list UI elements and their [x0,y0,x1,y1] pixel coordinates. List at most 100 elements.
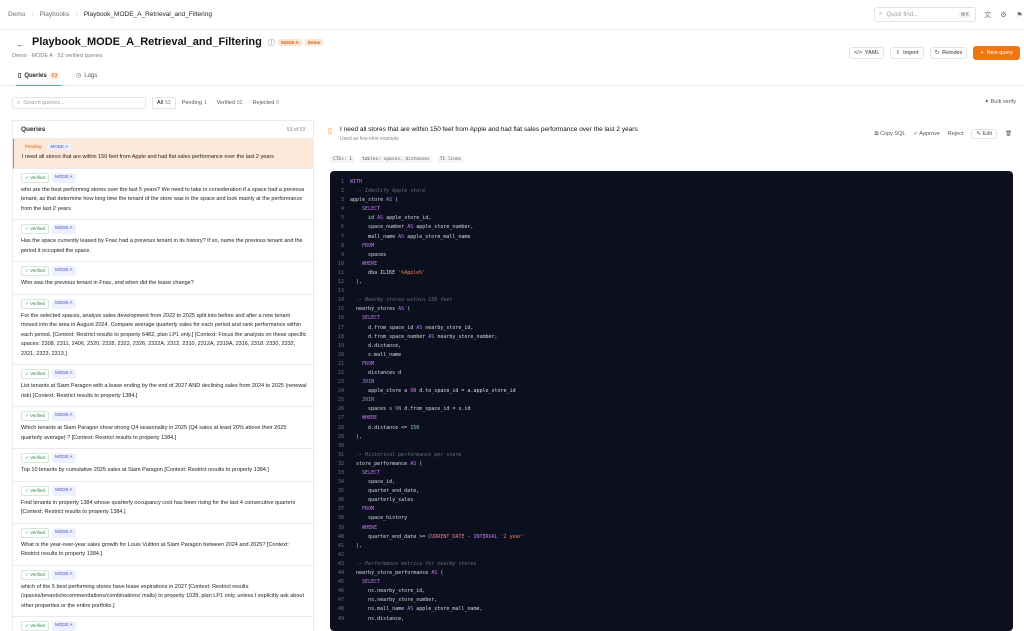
sql-code-block[interactable]: 1 WITH 2 -- Identify Apple store 3 apple_sto… [330,171,1013,631]
code-token: SELECT [362,315,381,322]
code-line: 7 mall_name AS apple_store_mall_name [330,233,1013,242]
code-token: ns.nearby_store_number, [350,597,438,604]
line-number: 27 [337,415,344,422]
approve-button[interactable]: ✓ Approve [913,131,939,137]
query-badges: Pending MODE A [22,143,307,150]
query-list-item[interactable]: ✓ Verified MODE A Top 10 tenants by cumula… [13,449,313,482]
search-queries-input[interactable]: ⌕ Search queries... [12,97,146,109]
trash-icon[interactable]: 🗑 [1005,131,1012,137]
pencil-icon: ✎ [976,131,981,137]
edit-button[interactable]: ✎ Edit [971,129,998,139]
mode-badge: MODE A [52,172,76,183]
tab-count: 53 [49,72,60,79]
code-token: -- Historical performance per store [356,451,462,458]
code-line: 16 SELECT [330,314,1013,323]
code-token: SELECT [362,470,381,476]
line-number: 21 [337,360,344,367]
quick-find-input[interactable]: ⌕ Quick find... ⌘K [874,7,976,22]
translate-icon[interactable]: 文 [983,10,992,19]
query-list-item[interactable]: ✓ Verified MODE A Find tenants in property… [13,482,313,524]
line-number: 20 [337,351,344,358]
bulk-verify-button[interactable]: ✦ Bulk verify [984,99,1016,105]
code-line: 43 -- Performance metrics for nearby sto… [330,560,1013,569]
line-number: 9 [340,251,344,258]
refresh-icon: ↻ [934,50,940,56]
filter-all[interactable]: All 53 [152,97,176,109]
query-badges: ✓ Verified MODE A [21,621,307,631]
search-placeholder: Search queries... [23,100,65,106]
breadcrumb-item[interactable]: Demo [8,11,25,18]
query-list-item[interactable]: ✓ Verified MODE A Has the space currently … [13,220,313,262]
code-token: -- Performance metrics for nearby stores [356,560,477,567]
query-list-item[interactable]: ✓ Verified MODE A For the selected spaces,… [13,295,313,365]
filter-rejected[interactable]: Rejected 0 [249,97,284,109]
code-token: id [350,215,378,222]
code-line: 45 SELECT [330,578,1013,587]
code-token: -- Nearby stores within 150 feet [356,297,453,304]
bookmark-icon: ▯ [18,73,22,79]
breadcrumb-item[interactable]: Playbooks [40,11,70,18]
code-line: 38 space_history [330,514,1013,523]
code-token: ( [416,460,423,467]
code-token: apple_store_mall_name, [413,606,483,613]
info-icon[interactable]: ⓘ [268,40,275,47]
mode-badge: MODE A [52,411,76,421]
query-badges: ✓ Verified MODE A [21,224,307,234]
query-list-item[interactable]: ✓ Verified MODE A Who was the previous ten… [13,262,313,295]
code-line: 6 space_number AS apple_store_number, [330,223,1013,232]
mode-badge: MODE A [52,527,76,538]
upload-icon: ⇧ [895,50,901,56]
code-line: 34 space_id, [330,478,1013,487]
query-list-item[interactable]: ✓ Verified MODE A Which tenants at Siam Pa… [13,407,313,449]
status-badge: ✓ Verified [21,621,50,631]
back-arrow-icon[interactable]: ← [16,39,25,49]
meta-lines: 71 lines [436,156,465,163]
import-label: Import [903,50,919,56]
code-line: 42 [330,551,1013,560]
query-list-item[interactable]: Pending MODE A I need all stores that are … [13,139,313,169]
line-number: 10 [337,260,344,267]
query-list-item[interactable]: ✓ Verified MODE A What is the year-over-ye… [13,524,313,566]
line-number: 31 [337,451,344,458]
query-list-item[interactable]: ✓ Verified MODE A List tenants at Siam Par… [13,365,313,407]
line-number: 35 [337,488,344,495]
import-button[interactable]: ⇧ Import [890,47,924,59]
new-query-button[interactable]: + New query [973,46,1020,60]
tab-queries[interactable]: ▯ Queries 53 [15,72,62,86]
filter-verified[interactable]: Verified 52 [213,97,247,109]
line-number: 48 [337,606,344,613]
line-number: 6 [340,224,344,231]
code-token: d.distance <= [350,424,411,431]
code-token: ), [350,433,363,440]
yaml-button[interactable]: </> YAML [848,47,885,59]
query-badges: ✓ Verified MODE A [21,298,307,309]
reject-button[interactable]: Reject [948,131,964,137]
filter-count: 0 [276,100,280,106]
copy-sql-button[interactable]: ⧉ Copy SQL [875,131,906,138]
status-badge: ✓ Verified [21,298,50,309]
code-token: space_id, [350,479,396,486]
code-line: 21 FROM [330,360,1013,369]
flag-icon[interactable]: ⚑ [1015,10,1024,19]
query-text: Who was the previous tenant in Fnac, and… [21,280,194,286]
code-line: 37 FROM [330,505,1013,514]
settings-icon[interactable]: ⚙ [999,10,1008,19]
page-header: ← Playbook_MODE_A_Retrieval_and_Filterin… [0,36,1024,66]
code-line: 13 [330,287,1013,296]
query-list-item[interactable]: ✓ Verified MODE A [13,617,313,631]
filter-pending[interactable]: Pending 1 [178,97,211,109]
query-list-item[interactable]: ✓ Verified MODE A who are the best perform… [13,169,313,220]
line-number: 11 [337,269,344,276]
code-token: '2 year' [500,533,525,540]
copy-icon: ⧉ [874,130,879,137]
code-token: ), [350,279,363,286]
code-line: 19 d.distance, [330,342,1013,351]
tab-logs[interactable]: ◷ Logs [76,72,97,80]
code-token: d.distance, [350,342,402,349]
mode-badge: MODE A [52,369,76,379]
reindex-button[interactable]: ↻ Reindex [929,47,968,59]
bookmark-icon: ▯ [328,128,332,135]
query-list-item[interactable]: ✓ Verified MODE A which of the 5 best perf… [13,566,313,617]
